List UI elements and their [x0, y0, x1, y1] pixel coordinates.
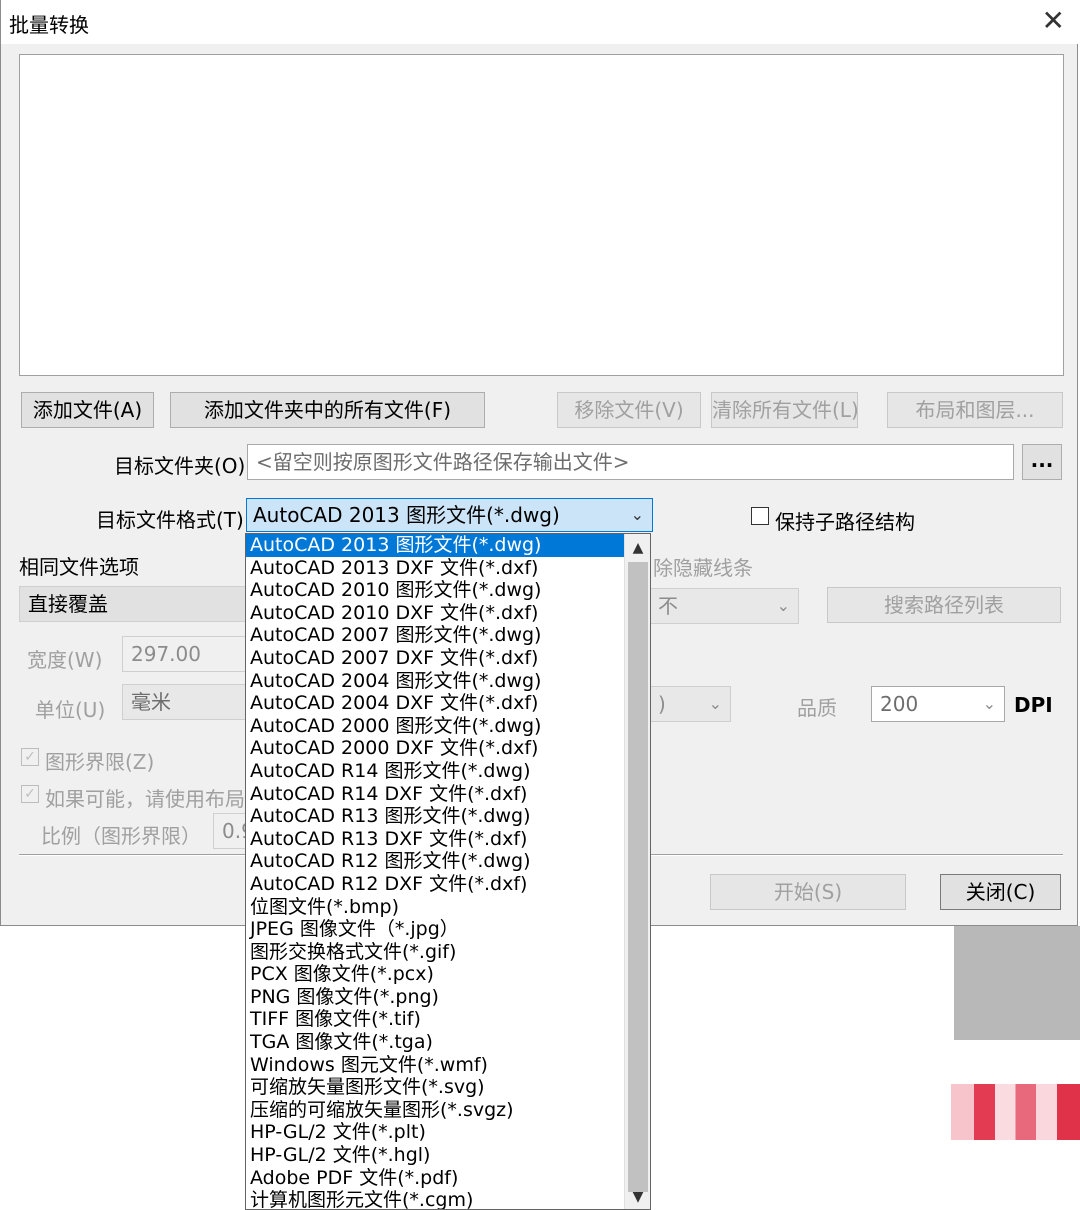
limits-checkbox[interactable]: ✓	[21, 748, 39, 766]
format-option[interactable]: AutoCAD 2004 DXF 文件(*.dxf)	[246, 692, 624, 715]
format-option[interactable]: AutoCAD 2007 DXF 文件(*.dxf)	[246, 647, 624, 670]
target-folder-label: 目标文件夹(O)	[114, 454, 246, 478]
chevron-down-icon: ⌄	[708, 694, 722, 713]
format-option[interactable]: HP-GL/2 文件(*.plt)	[246, 1121, 624, 1144]
format-option[interactable]: Windows 图元文件(*.wmf)	[246, 1054, 624, 1077]
format-option[interactable]: 位图文件(*.bmp)	[246, 896, 624, 919]
format-option[interactable]: AutoCAD 2000 图形文件(*.dwg)	[246, 715, 624, 738]
title-bar: 批量转换 ✕	[1, 0, 1079, 44]
format-option[interactable]: 压缩的可缩放矢量图形(*.svgz)	[246, 1099, 624, 1122]
format-option[interactable]: AutoCAD 2004 图形文件(*.dwg)	[246, 670, 624, 693]
layout-checkbox-label: 如果可能，请使用布局	[45, 787, 245, 811]
background-window	[954, 926, 1080, 1040]
format-option[interactable]: 图形交换格式文件(*.gif)	[246, 941, 624, 964]
format-option[interactable]: AutoCAD 2013 DXF 文件(*.dxf)	[246, 557, 624, 580]
keep-subpath-checkbox[interactable]	[751, 507, 769, 525]
same-file-select[interactable]: 直接覆盖	[19, 586, 259, 622]
hidden-lines-select[interactable]: 不 ⌄	[649, 588, 799, 624]
window-title: 批量转换	[9, 13, 89, 37]
format-option[interactable]: PCX 图像文件(*.pcx)	[246, 963, 624, 986]
format-option[interactable]: AutoCAD R13 图形文件(*.dwg)	[246, 805, 624, 828]
target-folder-input[interactable]: <留空则按原图形文件路径保存输出文件>	[247, 444, 1014, 480]
chevron-down-icon: ⌄	[982, 694, 996, 713]
format-option[interactable]: AutoCAD 2000 DXF 文件(*.dxf)	[246, 737, 624, 760]
format-option[interactable]: TGA 图像文件(*.tga)	[246, 1031, 624, 1054]
close-icon[interactable]: ✕	[1042, 4, 1065, 38]
format-option[interactable]: AutoCAD R12 DXF 文件(*.dxf)	[246, 873, 624, 896]
dpi-label: DPI	[1014, 693, 1053, 717]
clear-files-button[interactable]: 清除所有文件(L)	[711, 392, 858, 428]
paper-select[interactable]: ) ⌄	[649, 686, 731, 722]
scale-label: 比例（图形界限）	[41, 824, 201, 848]
file-list[interactable]	[19, 54, 1064, 376]
scrollbar[interactable]: ▲ ▼	[624, 534, 650, 1209]
format-dropdown-list[interactable]: AutoCAD 2013 图形文件(*.dwg) AutoCAD 2013 DXF…	[245, 533, 651, 1210]
quality-select[interactable]: 200 ⌄	[871, 686, 1005, 722]
format-option[interactable]: 计算机图形元文件(*.cgm)	[246, 1189, 624, 1209]
target-format-selected: AutoCAD 2013 图形文件(*.dwg)	[253, 503, 560, 527]
scroll-up-icon[interactable]: ▲	[625, 536, 650, 560]
format-options: AutoCAD 2013 图形文件(*.dwg) AutoCAD 2013 DXF…	[246, 534, 624, 1209]
keep-subpath-label: 保持子路径结构	[775, 510, 915, 534]
scroll-down-icon[interactable]: ▼	[625, 1185, 650, 1209]
scrollbar-thumb[interactable]	[628, 562, 648, 1192]
unit-select[interactable]: 毫米	[122, 684, 252, 720]
format-option[interactable]: JPEG 图像文件（*.jpg）	[246, 918, 624, 941]
format-option[interactable]: AutoCAD R14 DXF 文件(*.dxf)	[246, 783, 624, 806]
search-paths-button[interactable]: 搜索路径列表	[827, 587, 1061, 623]
start-button[interactable]: 开始(S)	[710, 874, 906, 910]
width-label: 宽度(W)	[27, 648, 103, 672]
same-file-options-label: 相同文件选项	[19, 555, 139, 579]
limits-checkbox-label: 图形界限(Z)	[45, 750, 155, 774]
format-option[interactable]: AutoCAD 2013 图形文件(*.dwg)	[246, 534, 624, 557]
format-option[interactable]: HP-GL/2 文件(*.hgl)	[246, 1144, 624, 1167]
format-option[interactable]: 可缩放矢量图形文件(*.svg)	[246, 1076, 624, 1099]
layout-checkbox[interactable]: ✓	[21, 785, 39, 803]
quality-label: 品质	[797, 696, 837, 720]
hidden-lines-select-value: 不	[658, 594, 678, 618]
format-option[interactable]: AutoCAD 2007 图形文件(*.dwg)	[246, 624, 624, 647]
chevron-down-icon: ⌄	[630, 505, 644, 524]
add-file-button[interactable]: 添加文件(A)	[21, 392, 154, 428]
format-option[interactable]: TIFF 图像文件(*.tif)	[246, 1008, 624, 1031]
browse-button[interactable]: ...	[1022, 444, 1062, 480]
format-option[interactable]: AutoCAD 2010 图形文件(*.dwg)	[246, 579, 624, 602]
target-format-select[interactable]: AutoCAD 2013 图形文件(*.dwg) ⌄	[246, 498, 653, 532]
format-option[interactable]: AutoCAD R13 DXF 文件(*.dxf)	[246, 828, 624, 851]
target-format-label: 目标文件格式(T)	[96, 508, 244, 532]
format-option[interactable]: AutoCAD R12 图形文件(*.dwg)	[246, 850, 624, 873]
chevron-down-icon: ⌄	[776, 596, 790, 615]
remove-file-button[interactable]: 移除文件(V)	[557, 392, 701, 428]
add-folder-files-button[interactable]: 添加文件夹中的所有文件(F)	[170, 392, 485, 428]
paper-select-value: )	[658, 692, 666, 716]
format-option[interactable]: AutoCAD 2010 DXF 文件(*.dxf)	[246, 602, 624, 625]
width-input[interactable]: 297.00	[122, 636, 252, 672]
format-option[interactable]: PNG 图像文件(*.png)	[246, 986, 624, 1009]
layout-layers-button[interactable]: 布局和图层...	[887, 392, 1063, 428]
format-option[interactable]: AutoCAD R14 图形文件(*.dwg)	[246, 760, 624, 783]
hidden-lines-label: 除隐藏线条	[653, 556, 753, 580]
quality-value: 200	[880, 692, 919, 716]
unit-label: 单位(U)	[35, 698, 106, 722]
close-button[interactable]: 关闭(C)	[940, 874, 1061, 910]
background-mosaic	[951, 1084, 1080, 1140]
format-option[interactable]: Adobe PDF 文件(*.pdf)	[246, 1167, 624, 1190]
